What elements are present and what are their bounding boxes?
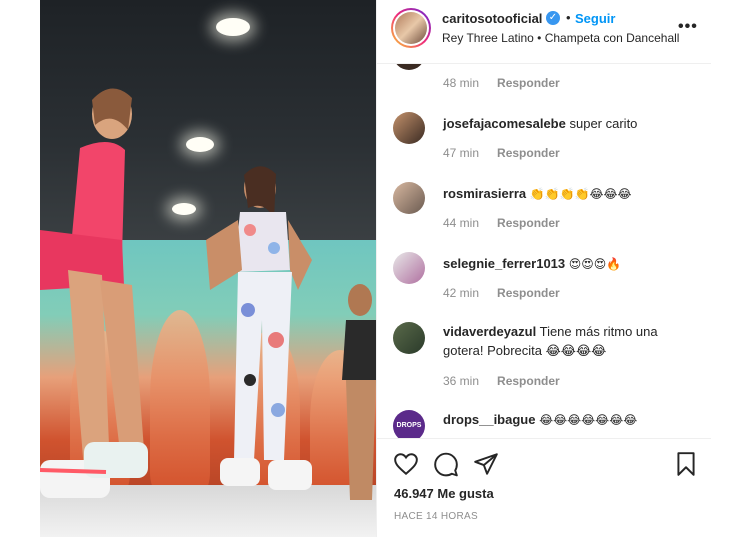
comment-body: selegnie_ferrer1013 😍😍😍🔥	[443, 254, 693, 274]
comment-text: 😂😂😂😂😂😂😂	[539, 413, 638, 427]
post-header: caritosotooficial ✓ • Seguir Rey Three L…	[377, 0, 712, 64]
left-margin	[0, 0, 40, 537]
comment-meta: 36 min Responder	[443, 374, 560, 388]
comments-list[interactable]: 48 min Responder josefajacomesalebe super…	[377, 64, 712, 438]
reply-button[interactable]: Responder	[497, 216, 560, 230]
verified-badge-icon: ✓	[546, 11, 560, 25]
comment-time: 47 min	[443, 146, 480, 160]
comment-meta: 42 min Responder	[443, 286, 560, 300]
save-bookmark-icon[interactable]	[673, 451, 699, 477]
comment-username[interactable]: rosmirasierra	[443, 186, 526, 201]
comment-avatar[interactable]	[393, 252, 425, 284]
comment-time: 36 min	[443, 374, 480, 388]
comment-text: 😍😍😍🔥	[568, 257, 622, 271]
separator-dot: •	[566, 10, 571, 25]
comment-username[interactable]: josefajacomesalebe	[443, 116, 566, 131]
comment-body: rosmirasierra 👏👏👏👏😂😂😂	[443, 184, 693, 204]
reply-button[interactable]: Responder	[497, 374, 560, 388]
post-details-panel: caritosotooficial ✓ • Seguir Rey Three L…	[376, 0, 712, 537]
comment-meta: 47 min Responder	[443, 146, 560, 160]
comment-avatar[interactable]: DROPS	[393, 410, 425, 438]
comment-body: josefajacomesalebe super carito	[443, 114, 693, 133]
comment-meta: 44 min Responder	[443, 216, 560, 230]
audio-track-label[interactable]: Rey Three Latino • Champeta con Dancehal…	[442, 31, 679, 45]
comment-avatar[interactable]	[393, 322, 425, 354]
follow-button[interactable]: Seguir	[575, 11, 615, 26]
avatar[interactable]	[391, 8, 431, 48]
post-timestamp[interactable]: HACE 14 HORAS	[394, 511, 478, 522]
comment-time: 48 min	[443, 76, 480, 90]
dancer-background	[342, 284, 376, 500]
comment-time: 42 min	[443, 286, 480, 300]
comment-meta: 48 min Responder	[443, 76, 560, 90]
post-video[interactable]	[40, 0, 376, 537]
comment-username[interactable]: drops__ibague	[443, 412, 535, 427]
reply-button[interactable]: Responder	[497, 286, 560, 300]
comment-avatar[interactable]	[393, 182, 425, 214]
comment-text: super carito	[569, 116, 638, 131]
more-options-icon[interactable]: •••	[678, 18, 698, 36]
comment-avatar[interactable]	[393, 64, 425, 70]
post-actions: 46.947 Me gusta HACE 14 HORAS	[377, 438, 712, 537]
right-margin	[711, 0, 735, 537]
author-username[interactable]: caritosotooficial	[442, 11, 542, 26]
dancer-center	[206, 166, 312, 490]
comment-text: 👏👏👏👏😂😂😂	[529, 187, 632, 201]
like-heart-icon[interactable]	[393, 451, 419, 477]
comment-body: vidaverdeyazul Tiene más ritmo una goter…	[443, 322, 693, 360]
reply-button[interactable]: Responder	[497, 146, 560, 160]
share-paper-plane-icon[interactable]	[473, 451, 499, 477]
comment-username[interactable]: selegnie_ferrer1013	[443, 256, 565, 271]
reply-button[interactable]: Responder	[497, 76, 560, 90]
ceiling-light	[186, 137, 214, 152]
post-viewer: caritosotooficial ✓ • Seguir Rey Three L…	[0, 0, 735, 537]
like-count[interactable]: 46.947 Me gusta	[394, 486, 494, 501]
comment-time: 44 min	[443, 216, 480, 230]
dancer-left	[40, 88, 148, 498]
ceiling-light	[216, 18, 250, 36]
comment-body: drops__ibague 😂😂😂😂😂😂😂	[443, 410, 693, 430]
comment-username[interactable]: vidaverdeyazul	[443, 324, 536, 339]
comment-avatar[interactable]	[393, 112, 425, 144]
comment-bubble-icon[interactable]	[433, 451, 459, 477]
avatar-image	[395, 12, 427, 44]
